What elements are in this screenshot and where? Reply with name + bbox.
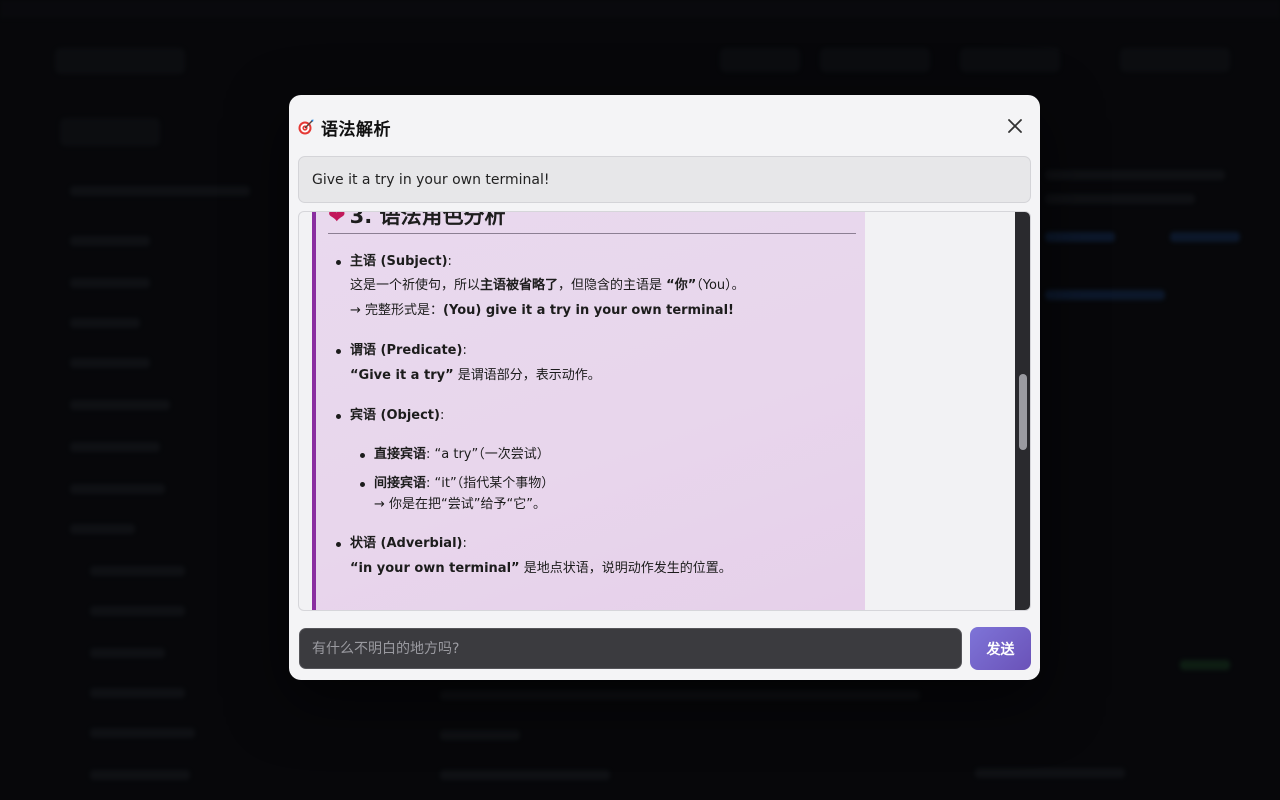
bullet	[336, 542, 341, 547]
indirect-object-note: → 你是在把“尝试”给予“它”。	[374, 497, 546, 512]
indirect-object-item: 间接宾语: “it”（指代某个事物）	[360, 474, 554, 494]
subject-line1: 这是一个祈使句，所以主语被省略了，但隐含的主语是 “你”（You）。	[350, 276, 745, 296]
target-icon	[298, 119, 314, 135]
scrollbar-track[interactable]	[1015, 212, 1030, 610]
bullet	[336, 414, 341, 419]
bullet	[336, 260, 341, 265]
subject-text: 这是一个祈使句，所以	[350, 278, 481, 293]
dialog-title: 语法解析	[321, 120, 391, 140]
indirect-object-text: : “it”（指代某个事物）	[426, 476, 555, 491]
source-sentence: Give it a try in your own terminal!	[298, 156, 1031, 203]
subject-text: → 完整形式是：	[350, 303, 444, 318]
adverbial-text: 是地点状语，说明动作发生的位置。	[519, 561, 732, 576]
question-input[interactable]	[299, 628, 962, 669]
bullet	[360, 482, 365, 487]
adverbial-line1: “in your own terminal” 是地点状语，说明动作发生的位置。	[350, 559, 732, 579]
analysis-card: ❤ 3. 语法角色分析 主语 (Subject): 这是一个祈使句，所以主语被省略…	[312, 212, 865, 610]
send-button[interactable]: 发送	[970, 627, 1031, 670]
predicate-line1: “Give it a try” 是谓语部分，表示动作。	[350, 366, 601, 386]
adverbial-emphasis: “in your own terminal”	[350, 561, 520, 576]
subject-label: 主语 (Subject)	[350, 254, 448, 269]
predicate-emphasis: “Give it a try”	[350, 368, 454, 383]
close-icon[interactable]	[1004, 115, 1026, 137]
adverbial-item: 状语 (Adverbial):	[336, 534, 467, 554]
predicate-text: 是谓语部分，表示动作。	[453, 368, 601, 383]
object-label: 宾语 (Object)	[350, 408, 440, 423]
direct-object-text: : “a try”（一次尝试）	[426, 447, 550, 462]
subject-emphasis: 主语被省略了	[480, 278, 559, 293]
subject-text: （You）。	[696, 278, 745, 293]
subject-full-form: (You) give it a try in your own terminal…	[443, 303, 734, 318]
object-item: 宾语 (Object):	[336, 406, 444, 426]
brain-icon: ❤	[328, 212, 346, 228]
predicate-label: 谓语 (Predicate)	[350, 343, 463, 358]
dialog-header: 语法解析	[289, 95, 1040, 155]
section-heading: ❤ 3. 语法角色分析	[328, 212, 856, 234]
direct-object-item: 直接宾语: “a try”（一次尝试）	[360, 445, 550, 465]
subject-line2: → 完整形式是：(You) give it a try in your own …	[350, 301, 734, 321]
scrollbar-thumb[interactable]	[1019, 374, 1027, 450]
grammar-analysis-dialog: 语法解析 Give it a try in your own terminal!…	[289, 95, 1040, 680]
subject-text: ，但隐含的主语是	[558, 278, 667, 293]
indirect-object-label: 间接宾语	[374, 476, 427, 491]
subject-emphasis: “你”	[666, 278, 697, 293]
bullet	[360, 453, 365, 458]
bullet	[336, 349, 341, 354]
direct-object-label: 直接宾语	[374, 447, 427, 462]
analysis-scroll-area[interactable]: ❤ 3. 语法角色分析 主语 (Subject): 这是一个祈使句，所以主语被省略…	[298, 211, 1031, 611]
predicate-item: 谓语 (Predicate):	[336, 341, 467, 361]
section-heading-text: 3. 语法角色分析	[349, 212, 506, 228]
subject-item: 主语 (Subject):	[336, 252, 452, 272]
adverbial-label: 状语 (Adverbial)	[350, 536, 463, 551]
